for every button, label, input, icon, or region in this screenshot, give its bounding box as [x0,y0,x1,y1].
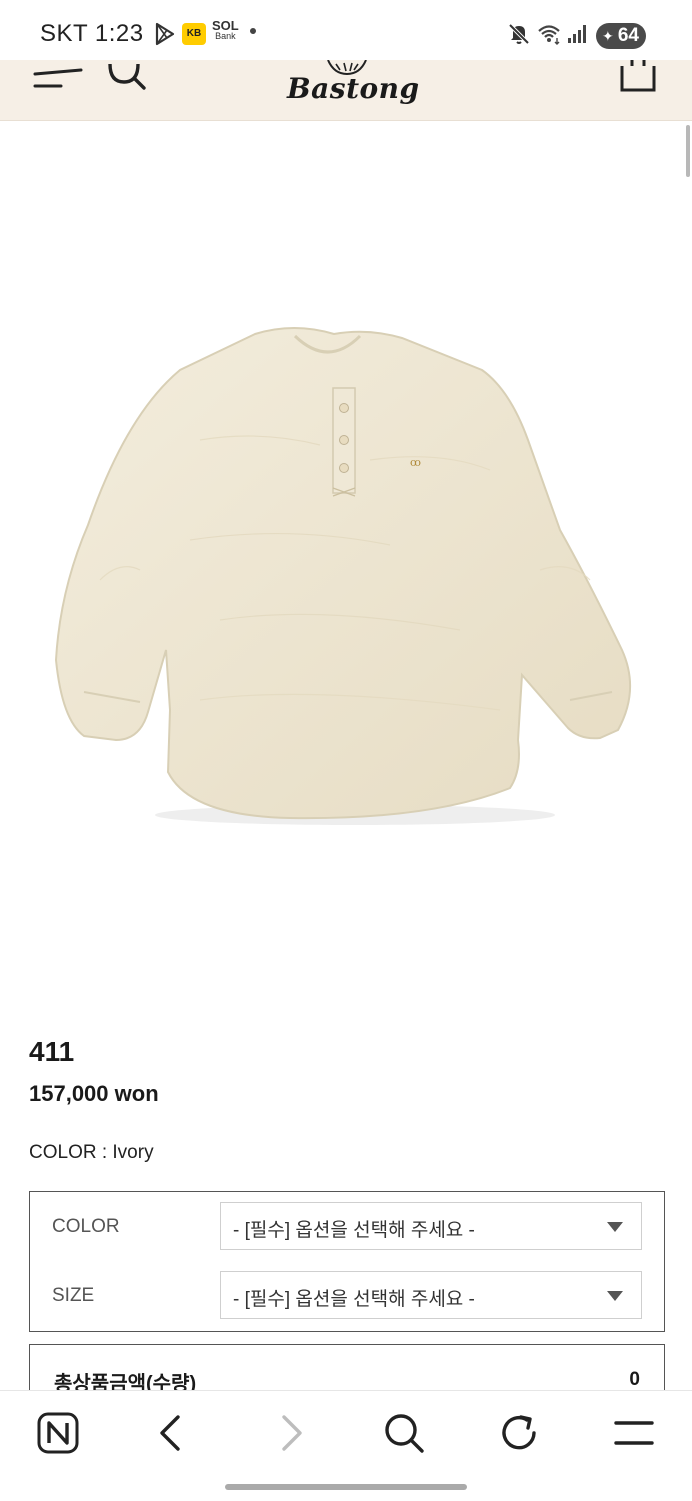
search-icon[interactable] [106,60,150,92]
carrier-time: SKT 1:23 [40,20,144,47]
option-label-color: COLOR [52,1216,120,1237]
options-box: COLOR - [필수] 옵션을 선택해 주세요 - SIZE - [필수] 옵… [29,1191,665,1332]
scrollbar[interactable] [686,125,690,177]
forward-icon[interactable] [268,1411,312,1455]
color-select[interactable]: - [필수] 옵션을 선택해 주세요 - [220,1202,642,1250]
mute-icon [508,23,530,45]
play-store-icon [155,22,175,46]
chevron-down-icon [607,1291,623,1301]
signal-icon [568,25,586,43]
home-indicator[interactable] [225,1484,467,1490]
product-name: 411 [29,1036,75,1067]
wifi-icon [538,25,560,45]
ivory-henley-shirt-image: ꝏ [54,327,631,825]
menu-icon[interactable] [33,64,83,92]
option-label-size: SIZE [52,1285,95,1306]
battery-icon: ✦ 64 [596,23,646,49]
product-price: 157,000 won [29,1081,159,1106]
product-color-line: COLOR : Ivory [29,1142,154,1163]
search-icon[interactable] [382,1411,426,1455]
status-bar: SKT 1:23 KB SOL Bank ✦ 64 [0,0,692,60]
chevron-down-icon [607,1222,623,1232]
total-value: 0 [629,1369,640,1390]
sol-bank-icon: SOL Bank [212,18,239,41]
naver-home-icon[interactable] [36,1411,80,1455]
size-select-value: - [필수] 옵션을 선택해 주세요 - [233,1289,475,1310]
kb-app-icon: KB [182,23,206,45]
refresh-icon[interactable] [497,1411,541,1455]
svg-text:ꝏ: ꝏ [410,456,421,469]
back-icon[interactable] [150,1411,194,1455]
brand-logo[interactable]: Bastong [287,72,420,105]
color-select-value: - [필수] 옵션을 선택해 주세요 - [233,1220,475,1241]
size-select[interactable]: - [필수] 옵션을 선택해 주세요 - [220,1271,642,1319]
site-header: Bastong [0,60,692,121]
notification-dot-icon [250,28,256,34]
shopping-bag-icon[interactable] [618,60,658,94]
hamburger-menu-icon[interactable] [612,1411,656,1455]
